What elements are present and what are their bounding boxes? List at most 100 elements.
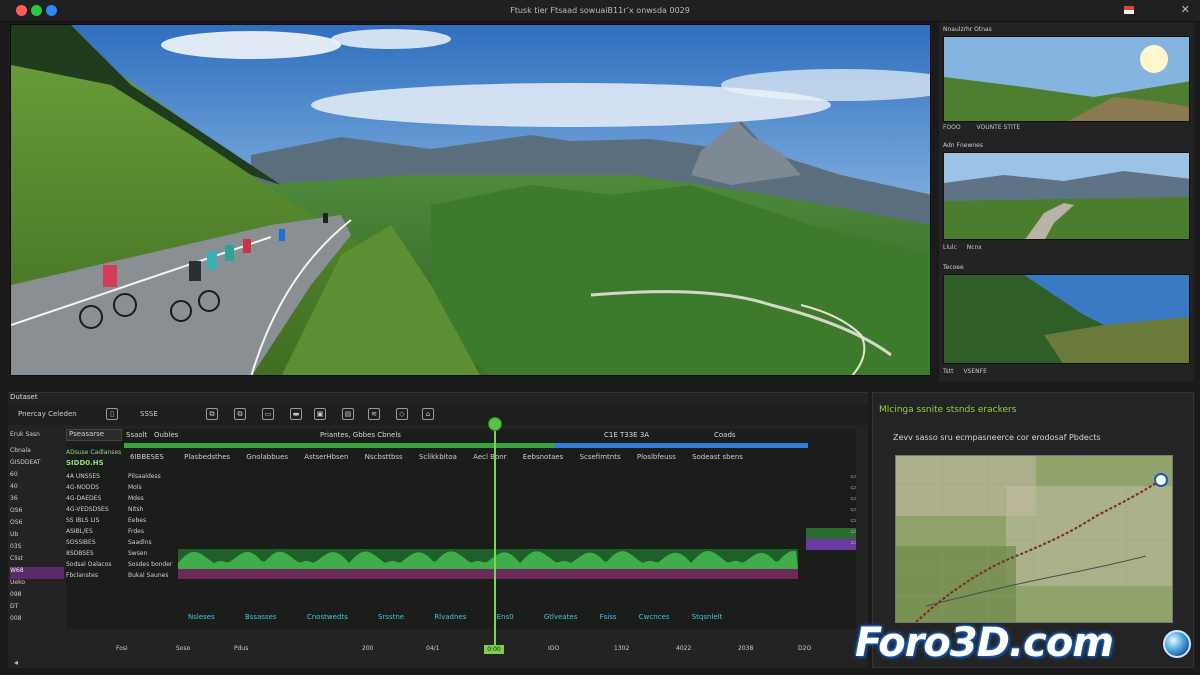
preview-frame-image xyxy=(11,25,930,375)
clip-label[interactable]: Nscbsttbss xyxy=(365,453,403,461)
track-name[interactable]: 40 xyxy=(10,483,64,495)
ruler-tick: IOO xyxy=(548,645,560,652)
ruler-tick: 04/1 xyxy=(426,645,440,652)
track-control-icon[interactable]: ▭ xyxy=(806,528,856,539)
clip-header-row: 6IBBESES Plasbedsthes Gnolabbues AstserH… xyxy=(124,453,856,465)
thumbnail-1-footer-right: VOUNTE STITE xyxy=(976,124,1021,131)
column-header-left2: Oubles xyxy=(154,431,179,439)
page-icon[interactable]: ▯ xyxy=(106,408,118,420)
bottom-clip-label[interactable]: Fsiss xyxy=(600,613,617,621)
track-name[interactable]: 36 xyxy=(10,495,64,507)
monitor-icon[interactable]: ▭ xyxy=(262,408,274,420)
bottom-clip-label[interactable]: Stqsnlelt xyxy=(692,613,723,621)
track-control-icon[interactable]: ▭ xyxy=(806,539,856,550)
track-name[interactable]: OS6 xyxy=(10,519,64,531)
thumbnail-2-footer: Llulc Ncnx xyxy=(943,244,1190,255)
window-close-icon[interactable]: ✕ xyxy=(1181,3,1190,16)
bottom-clip-label[interactable]: Gtlveates xyxy=(544,613,578,621)
copy-icon[interactable]: ⧉ xyxy=(206,408,218,420)
bottom-clip-label[interactable]: Ens0 xyxy=(497,613,514,621)
track-name[interactable]: 03S xyxy=(10,543,64,555)
track-control-icon[interactable]: ▭ xyxy=(806,495,856,506)
timeline-panel[interactable]: Dutaset Pnercay Celeden ▯ SSSE ⧉ ⧉ ▭ ▬ ▣… xyxy=(8,392,868,668)
track-name[interactable]: OS6 xyxy=(10,507,64,519)
status-indicator-icon: ◂ xyxy=(14,658,19,667)
image-icon[interactable]: ▣ xyxy=(314,408,326,420)
playhead-handle[interactable] xyxy=(488,417,502,431)
track-name[interactable]: Cbnala xyxy=(10,447,64,459)
ruler-tick: D2O xyxy=(798,645,812,652)
thumbnail-3-footer: Tstt VSENFE xyxy=(943,368,1190,379)
playhead-line[interactable] xyxy=(494,421,496,651)
audio-waveform[interactable] xyxy=(178,529,798,569)
home-icon[interactable]: ⌂ xyxy=(422,408,434,420)
clip-label[interactable]: Eebsnotaes xyxy=(523,453,564,461)
ruler-tick: 200 xyxy=(362,645,374,652)
bottom-clip-label[interactable]: Nsleses xyxy=(188,613,215,621)
ruler-tick: Pdus xyxy=(234,645,249,652)
bottom-clip-label[interactable]: Cnostwedts xyxy=(307,613,348,621)
playhead-time: 0:00 xyxy=(484,645,504,654)
selected-clip-track[interactable] xyxy=(178,569,798,579)
document-icon[interactable]: ▤ xyxy=(342,408,354,420)
track-name-list: Eruk Sasn Cbnala GISDDEAT 60 40 36 OS6 O… xyxy=(10,429,64,629)
thumbnail-2[interactable] xyxy=(943,152,1190,240)
map-panel-description: Zevv sasso sru ecmpasneerce cor erodosaf… xyxy=(893,433,1101,442)
map-panel-title: Mlcinga ssnite stsnds erackers xyxy=(879,405,1017,415)
waveform-icon[interactable]: ≋ xyxy=(368,408,380,420)
column-header-left: Ssaolt xyxy=(126,431,148,439)
track-name[interactable]: DT xyxy=(10,603,64,615)
track-name[interactable]: GISDDEAT xyxy=(10,459,64,471)
track-control-icon[interactable]: ▭ xyxy=(806,506,856,517)
video-preview[interactable] xyxy=(10,24,931,376)
column-header-far-right: Coads xyxy=(714,431,736,439)
timeline-toolbar: Pnercay Celeden ▯ SSSE ⧉ ⧉ ▭ ▬ ▣ ▤ ≋ ◇ ⌂ xyxy=(8,405,868,425)
row-sublabel: Nitsh xyxy=(128,506,144,513)
track-control-icon[interactable]: ▭ xyxy=(806,473,856,484)
column-header-center: Priantes, Gbbes Cbnels xyxy=(320,431,401,439)
bottom-clip-label[interactable]: Cwcnces xyxy=(639,613,670,621)
thumbnail-3-footer-left: Tstt xyxy=(943,368,954,375)
row-sublabel-list: Pilsaaldess Mols Mdes Nitsh Eebes Frdes … xyxy=(128,473,178,623)
track-control-icon[interactable]: ▭ xyxy=(806,484,856,495)
folder-icon[interactable]: ▬ xyxy=(290,408,302,420)
clip-label[interactable]: AstserHbsen xyxy=(304,453,348,461)
clip-label[interactable]: Sodeast sbens xyxy=(692,453,743,461)
track-header: Pseasarse xyxy=(66,429,122,441)
thumbnail-1[interactable] xyxy=(943,36,1190,122)
row-sublabel: Frdes xyxy=(128,528,145,535)
track-name[interactable]: 008 xyxy=(10,615,64,627)
clip-label[interactable]: 6IBBESES xyxy=(130,453,164,461)
bottom-clip-label[interactable]: Bssasses xyxy=(245,613,277,621)
clip-label[interactable]: Gnolabbues xyxy=(246,453,288,461)
timeline-tracks[interactable]: Pseasarse Ssaolt Oubles Priantes, Gbbes … xyxy=(66,429,856,629)
right-track-controls: ▭ ▭ ▭ ▭ ▭ ▭ ▭ xyxy=(806,473,856,623)
track-control-icon[interactable]: ▭ xyxy=(806,517,856,528)
row-sublabel: Eebes xyxy=(128,517,147,524)
route-map[interactable] xyxy=(895,455,1173,623)
clip-label[interactable]: Ploslbfeuss xyxy=(637,453,676,461)
clip-label[interactable]: Plasbedsthes xyxy=(184,453,230,461)
thumbnail-3[interactable] xyxy=(943,274,1190,364)
clip-thumbnails-panel: Nnaulzrhr Otnas FOOO VOUNTE STITE Adn Fn… xyxy=(939,22,1194,382)
track-name[interactable]: 098 xyxy=(10,591,64,603)
track-name[interactable]: 60 xyxy=(10,471,64,483)
tag-icon[interactable]: ◇ xyxy=(396,408,408,420)
clip-label[interactable]: Aecl Bonr xyxy=(473,453,506,461)
track-name[interactable]: Clist xyxy=(10,555,64,567)
track-name[interactable]: Ueko xyxy=(10,579,64,591)
bottom-clip-label[interactable]: Srsstne xyxy=(378,613,404,621)
title-bar: Ftusk tier Ftsaad sowuaiB11r’x onwsda 00… xyxy=(0,0,1200,22)
clip-label[interactable]: Scsefimtnts xyxy=(580,453,621,461)
track-name[interactable]: Ub xyxy=(10,531,64,543)
row-sublabel: Mols xyxy=(128,484,142,491)
progress-lane-green xyxy=(124,443,554,448)
row-label: SIDD0.HS xyxy=(66,459,104,467)
clip-label[interactable]: Sclikkbitoa xyxy=(419,453,457,461)
duplicate-icon[interactable]: ⧉ xyxy=(234,408,246,420)
bottom-clip-label[interactable]: Rlvadnes xyxy=(434,613,466,621)
ruler-tick: 1302 xyxy=(614,645,630,652)
row-sublabel: Saadlns xyxy=(128,539,152,546)
row-sublabel: Swsen xyxy=(128,550,148,557)
track-name-selected[interactable]: W68 xyxy=(10,567,64,579)
